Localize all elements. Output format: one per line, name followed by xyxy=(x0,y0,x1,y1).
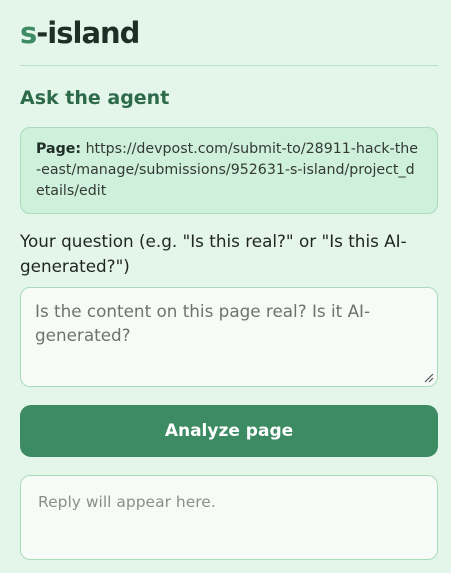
section-title: Ask the agent xyxy=(20,87,170,109)
header-divider xyxy=(20,65,438,66)
logo-text: -island xyxy=(36,16,140,50)
question-label: Your question (e.g. "Is this real?" or "… xyxy=(20,231,407,276)
analyze-page-button[interactable]: Analyze page xyxy=(20,405,438,457)
page-url-label: Page: xyxy=(36,141,82,157)
page-url-box: Page: https://devpost.com/submit-to/2891… xyxy=(20,127,438,214)
page-url-value: https://devpost.com/submit-to/28911-hack… xyxy=(36,141,418,199)
logo-accent-letter: s xyxy=(20,16,37,50)
question-input[interactable] xyxy=(21,288,437,386)
app-logo: s-island xyxy=(20,14,438,52)
agent-panel: s-island Ask the agent Page: https://dev… xyxy=(20,14,438,560)
reply-output: Reply will appear here. xyxy=(20,475,438,560)
question-field-container xyxy=(20,287,438,387)
